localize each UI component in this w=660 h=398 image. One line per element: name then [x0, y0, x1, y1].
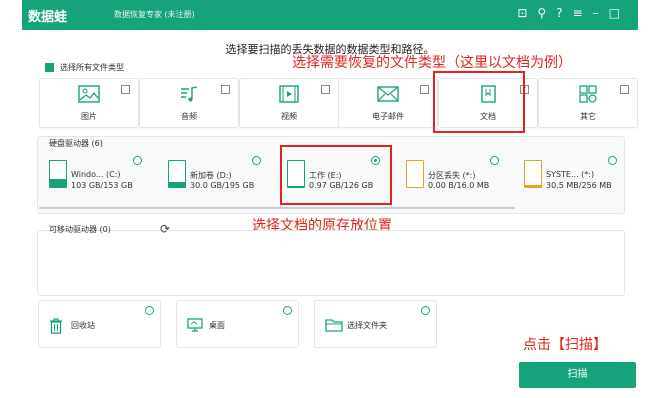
drive-icon [406, 160, 424, 188]
app-subtitle: 数据恢复专家 (未注册) [114, 10, 195, 19]
removable-drive-panel [37, 230, 625, 296]
location-radio[interactable] [421, 306, 430, 315]
drive-radio[interactable] [608, 156, 617, 165]
close-icon[interactable]: □ [609, 6, 630, 20]
desktop-icon [187, 318, 203, 336]
select-all-checkbox[interactable]: 选择所有文件类型 [45, 62, 124, 73]
location-label: 回收站 [71, 321, 95, 330]
file-type-checkbox[interactable] [620, 85, 629, 94]
file-type-checkbox[interactable] [321, 85, 330, 94]
drive-radio[interactable] [490, 156, 499, 165]
file-type-checkbox[interactable] [221, 85, 230, 94]
drive-radio[interactable] [252, 156, 261, 165]
drive-system[interactable]: SYSTE... (*:) 30.5 MB/256 MB [518, 152, 623, 197]
drive-icon [524, 160, 542, 188]
drive-radio[interactable] [133, 156, 142, 165]
file-type-label: 音频 [181, 112, 197, 121]
drive-name: 分区丢失 (*:) [428, 171, 476, 180]
drive-size: 30.0 GB/195 GB [190, 181, 255, 190]
refresh-icon[interactable]: ⟳ [160, 222, 170, 236]
drive-d[interactable]: 新加卷 (D:) 30.0 GB/195 GB [162, 152, 267, 197]
drive-name: Windo... (C:) [71, 170, 121, 179]
scan-button[interactable]: 扫描 [519, 362, 636, 388]
trash-icon [49, 318, 63, 338]
location-radio[interactable] [283, 306, 292, 315]
title-bar: 数据蛙 数据恢复专家 (未注册) ⊡⚲?≡–□ [22, 0, 638, 30]
drive-size: 103 GB/153 GB [71, 181, 133, 190]
drive-c[interactable]: Windo... (C:) 103 GB/153 GB [43, 152, 148, 197]
file-type-image[interactable]: 图片 [39, 78, 139, 128]
menu-icon[interactable]: ≡ [573, 6, 593, 20]
select-all-check-icon [45, 63, 54, 72]
file-type-label: 视频 [281, 112, 297, 121]
annotation-scan: 点击【扫描】 [523, 337, 607, 353]
file-type-label: 其它 [580, 112, 596, 121]
app-logo: 数据蛙 [28, 10, 68, 25]
highlight-drive-e [280, 145, 392, 205]
annotation-file-type: 选择需要恢复的文件类型（这里以文档为例） [292, 55, 572, 71]
location-radio[interactable] [145, 306, 154, 315]
select-all-label: 选择所有文件类型 [60, 63, 124, 72]
drive-lost[interactable]: 分区丢失 (*:) 0.00 B/16.0 MB [400, 152, 505, 197]
location-desktop[interactable]: 桌面 [176, 300, 299, 348]
cart-icon[interactable]: ⊡ [517, 6, 537, 20]
location-recycle-bin[interactable]: 回收站 [38, 300, 161, 348]
file-type-checkbox[interactable] [420, 85, 429, 94]
location-label: 桌面 [209, 321, 225, 330]
minimize-icon[interactable]: – [593, 6, 609, 20]
file-type-email[interactable]: 电子邮件 [338, 78, 438, 128]
location-select-folder[interactable]: 选择文件夹 [314, 300, 437, 348]
file-type-audio[interactable]: 音频 [139, 78, 239, 128]
file-type-checkbox[interactable] [121, 85, 130, 94]
window-controls: ⊡⚲?≡–□ [517, 6, 630, 20]
windows-drive-icon [49, 160, 67, 188]
location-label: 选择文件夹 [347, 321, 387, 330]
removable-drive-title: 可移动驱动器 (0) [49, 225, 111, 234]
file-type-label: 电子邮件 [372, 112, 404, 121]
file-type-label: 图片 [81, 112, 97, 121]
folder-icon [325, 318, 343, 336]
hard-drive-title: 硬盘驱动器 (6) [49, 139, 103, 148]
file-type-other[interactable]: 其它 [538, 78, 638, 128]
drive-size: 30.5 MB/256 MB [546, 181, 612, 190]
drive-size: 0.00 B/16.0 MB [428, 181, 490, 190]
help-icon[interactable]: ? [556, 6, 572, 20]
file-type-video[interactable]: 视频 [239, 78, 339, 128]
drive-icon [168, 160, 186, 188]
drive-name: 新加卷 (D:) [190, 171, 232, 180]
drive-name: SYSTE... (*:) [546, 170, 595, 179]
drive-scrollbar[interactable] [39, 207, 515, 209]
highlight-document [433, 71, 525, 133]
key-icon[interactable]: ⚲ [537, 6, 556, 20]
